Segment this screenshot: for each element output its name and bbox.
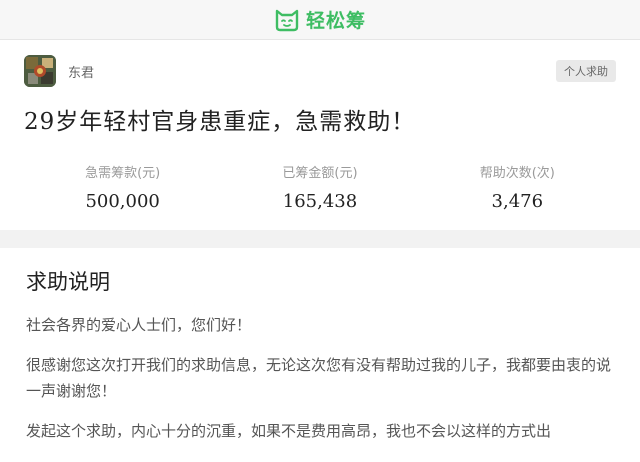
cat-face-icon bbox=[275, 9, 299, 31]
campaign-title: 29岁年轻村官身患重症，急需救助！ bbox=[24, 109, 416, 135]
stat-raised: 已筹金额(元) 165,438 bbox=[221, 162, 418, 212]
section-title: 求助说明 bbox=[26, 270, 110, 294]
user-row: 东君 个人求助 bbox=[24, 54, 616, 88]
stat-value: 3,476 bbox=[491, 191, 544, 212]
stats-row: 急需筹款(元) 500,000 已筹金额(元) 165,438 帮助次数(次) … bbox=[24, 162, 616, 212]
description-paragraph: 发起这个求助，内心十分的沉重，如果不是费用高昂，我也不会以这样的方式出 bbox=[26, 422, 552, 440]
brand-logo[interactable]: 轻松筹 bbox=[274, 6, 366, 33]
avatar[interactable] bbox=[24, 55, 56, 87]
brand-name: 轻松筹 bbox=[305, 10, 366, 32]
description-paragraph: 很感谢您这次打开我们的求助信息，无论这次您有没有帮助过我的儿子，我都要由衷的说一… bbox=[26, 356, 612, 400]
description-card: 求助说明 社会各界的爱心人士们，您们好！ 很感谢您这次打开我们的求助信息，无论这… bbox=[0, 248, 640, 462]
top-bar: 轻松筹 bbox=[0, 0, 640, 40]
stat-value: 500,000 bbox=[85, 191, 160, 212]
user-name[interactable]: 东君 bbox=[68, 62, 94, 81]
stat-target: 急需筹款(元) 500,000 bbox=[24, 162, 221, 212]
campaign-summary-card: 东君 个人求助 29岁年轻村官身患重症，急需救助！ 急需筹款(元) 500,00… bbox=[0, 40, 640, 230]
description-paragraph: 社会各界的爱心人士们，您们好！ bbox=[26, 316, 252, 334]
stat-value: 165,438 bbox=[282, 191, 358, 212]
section-divider bbox=[0, 230, 640, 248]
stat-label: 已筹金额(元) bbox=[282, 166, 358, 181]
help-type-badge: 个人求助 bbox=[556, 60, 616, 82]
stat-label: 帮助次数(次) bbox=[479, 166, 555, 181]
avatar-image bbox=[24, 55, 56, 87]
stat-label: 急需筹款(元) bbox=[85, 166, 161, 181]
stat-help-count: 帮助次数(次) 3,476 bbox=[419, 162, 616, 212]
